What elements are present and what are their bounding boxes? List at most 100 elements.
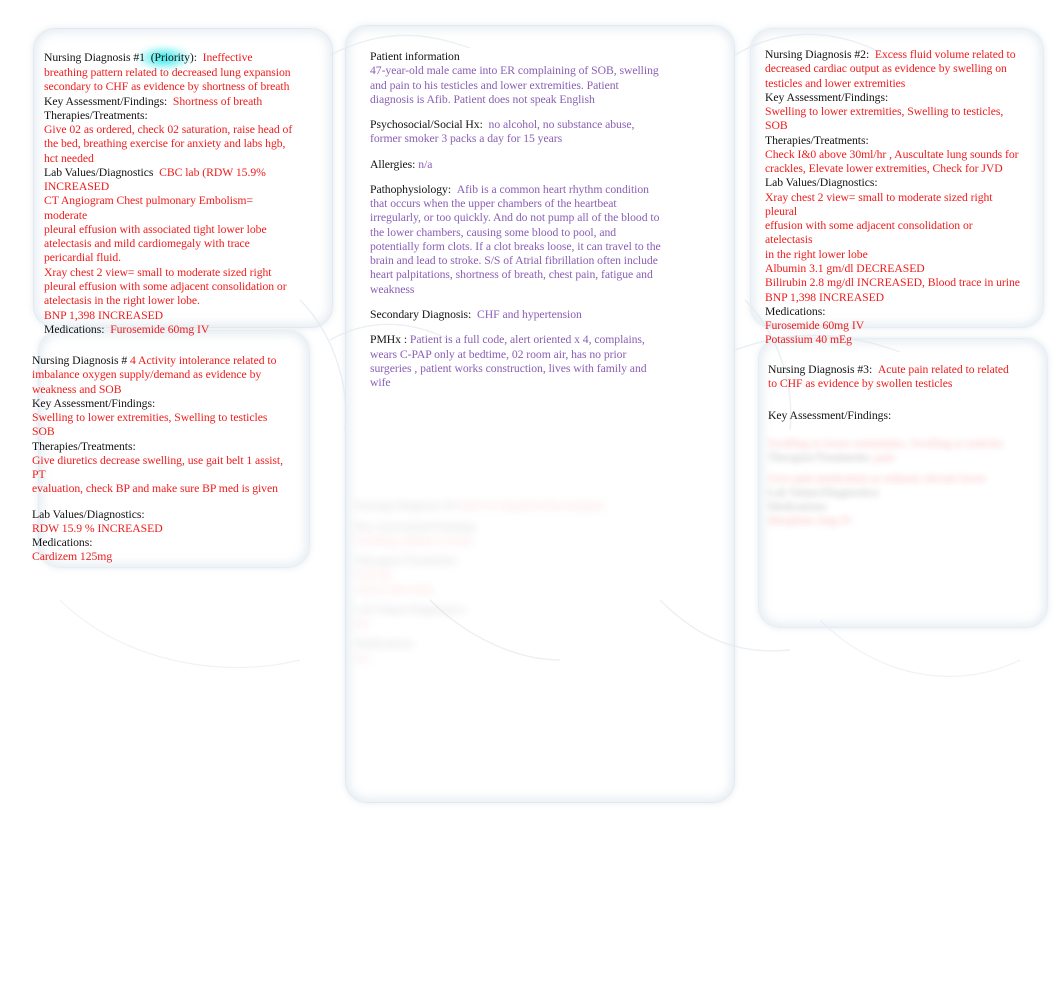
diagnosis-1-key-assessment-label: Key Assessment/Findings: [44,94,168,108]
patient-psychosocial-value: no alcohol, no substance abuse, [488,118,635,132]
diagnosis-2-therapies-value-0: Check I&0 above 30ml/hr , Auscultate lun… [765,147,1019,161]
patient-pmhx-row: PMHx : Patient is a full code, alert ori… [370,333,678,347]
diagnosis-2-therapies-label: Therapies/Treatments: [765,133,869,147]
diagnosis-1-header-label: Nursing Diagnosis #1 [44,51,145,64]
diagnosis-4-panel: Nursing Diagnosis # 4 Activity intoleran… [32,354,290,565]
patient-spacer-5 [370,322,678,333]
diagnosis-1-panel: Nursing Diagnosis #1 (Priority): Ineffec… [44,46,296,337]
diagnosis-3-header-row: Nursing Diagnosis #3: Acute pain related… [768,363,1018,377]
diagnosis-1-therapies-value-1: the bed, breathing exercise for anxiety … [44,137,286,151]
patient-pmhx-value: Patient is a full code, alert oriented x… [409,333,645,347]
diagnosis-4-header-cont-1: weakness and SOB [32,382,122,396]
diagnosis-2-labs-value-3: Albumin 3.1 gm/dl DECREASED [765,261,925,275]
patient-spacer-1 [370,107,678,118]
patient-psychosocial-cont: former smoker 3 packs a day for 15 years [370,132,563,146]
patient-secondary-label: Secondary Diagnosis: [370,307,472,321]
diagnosis-2-header-value: Excess fluid volume related to [874,48,1016,61]
concept-map-canvas: Nursing Diagnosis #1 (Priority): Ineffec… [0,0,1062,1006]
patient-allergies-row: Allergies: n/a [370,158,678,172]
diagnosis-1-header-value: Ineffective [202,51,253,64]
diagnosis-2-labs-value-5: BNP 1,398 INCREASED [765,290,885,304]
diagnosis-3-header-label: Nursing Diagnosis #3: [768,363,873,376]
diagnosis-1-header-row: Nursing Diagnosis #1 (Priority): Ineffec… [44,46,253,70]
diagnosis-1-labs-line-1: CT Angiogram Chest pulmonary Embolism= m… [44,194,253,222]
patient-patho-cont-4: brain and lead to stroke. S/S of Atrial … [370,254,658,268]
diagnosis-2-labs-value-1: effusion with some adjacent consolidatio… [765,219,973,247]
diagnosis-3-spacer-1 [768,392,1018,403]
diagnosis-2-therapies-value-1: crackles, Elevate lower extremities, Che… [765,162,1003,176]
diagnosis-1-labs-line-5: Xray chest 2 view= small to moderate siz… [44,265,272,279]
diagnosis-1-labs-line-2: pleural effusion with associated tight l… [44,222,267,236]
diagnosis-1-labs-line-7: atelectasis in the right lower lobe. [44,294,200,308]
diagnosis-2-labs-value-2: in the right lower lobe [765,247,868,261]
diagnosis-4-medications-value: Cardizem 125mg [32,550,113,564]
patient-summary-2: diagnosis is Afib. Patient does not spea… [370,92,595,106]
diagnosis-2-header-cont-0: decreased cardiac output as evidence by … [765,62,1007,76]
diagnosis-1-key-assessment-row: Key Assessment/Findings: Shortness of br… [44,95,296,109]
patient-pmhx-cont-2: wife [370,376,391,390]
diagnosis-3-header-value: Acute pain related to related [877,363,1009,376]
diagnosis-4-key-assessment-value-0: Swelling to lower extremities, Swelling … [32,411,268,425]
diagnosis-2-labs-label: Lab Values/Diagnostics: [765,176,878,190]
patient-information-illegible-content: Nursing Diagnosis #5 Risk for impaired s… [355,499,605,665]
patient-summary-1: and pain to his testicles and lower extr… [370,78,619,92]
diagnosis-1-therapies-value-0: Give 02 as ordered, check 02 saturation,… [44,123,293,137]
diagnosis-1-labs-line-6: pleural effusion with some adjacent cons… [44,279,287,293]
diagnosis-2-labs-value-0: Xray chest 2 view= small to moderate siz… [765,190,993,218]
patient-psychosocial-label: Psychosocial/Social Hx: [370,118,483,132]
diagnosis-1-therapies-label: Therapies/Treatments: [44,108,148,122]
patient-patho-cont-0: that occurs when the upper chambers of t… [370,197,617,211]
diagnosis-4-therapies-value-1: evaluation, check BP and make sure BP me… [32,482,278,496]
patient-psychosocial-row: Psychosocial/Social Hx: no alcohol, no s… [370,118,678,132]
patient-patho-value: Afib is a common heart rhythm condition [456,182,649,196]
diagnosis-3-illegible-content: Swelling to lower extremities, Swelling … [768,437,1004,528]
diagnosis-4-key-assessment-label: Key Assessment/Findings: [32,396,156,410]
patient-patho-cont-1: irregularly, or too quickly. And do not … [370,211,660,225]
diagnosis-1-medications-value: Furosemide 60mg IV [110,322,210,336]
patient-secondary-value: CHF and hypertension [477,307,582,321]
patient-pmhx-cont-0: wears C-PAP only at bedtime, 02 room air… [370,347,627,361]
diagnosis-1-labs-value-inline: CBC lab (RDW 15.9% [159,165,266,179]
diagnosis-4-key-assessment-value-1: SOB [32,425,55,439]
diagnosis-4-header-row: Nursing Diagnosis # 4 Activity intoleran… [32,354,290,368]
patient-patho-label: Pathophysiology: [370,182,452,196]
diagnosis-1-priority-tag: (Priority): [150,51,197,64]
diagnosis-1-labs-row: Lab Values/Diagnostics CBC lab (RDW 15.9… [44,166,296,180]
diagnosis-4-header-cont-0: imbalance oxygen supply/demand as eviden… [32,368,262,382]
diagnosis-2-medications-value-1: Potassium 40 mEg [765,333,852,347]
patient-summary-0: 47-year-old male came into ER complainin… [370,64,659,78]
diagnosis-3-key-assessment-label: Key Assessment/Findings: [768,408,892,422]
patient-patho-cont-5: heart palpitations, shortness of breath,… [370,268,653,282]
patient-allergies-value: n/a [418,157,433,171]
diagnosis-1-medications-row: Medications: Furosemide 60mg IV [44,323,296,337]
patient-spacer-4 [370,297,678,308]
diagnosis-2-medications-value-0: Furosemide 60mg IV [765,319,865,333]
diagnosis-4-medications-label: Medications: [32,536,93,550]
diagnosis-3-panel: Nursing Diagnosis #3: Acute pain related… [768,363,1018,423]
patient-spacer-2 [370,147,678,158]
diagnosis-4-therapies-label: Therapies/Treatments: [32,439,136,453]
diagnosis-2-key-assessment-value: Swelling to lower extremities, Swelling … [765,105,1004,133]
patient-pmhx-cont-1: surgeries , patient works construction, … [370,361,647,375]
diagnosis-4-labs-label: Lab Values/Diagnostics: [32,507,145,521]
patient-section-title: Patient information [370,50,460,63]
diagnosis-1-labs-line-0: INCREASED [44,180,110,194]
diagnosis-1-labs-line-8: BNP 1,398 INCREASED [44,308,164,322]
diagnosis-2-panel: Nursing Diagnosis #2: Excess fluid volum… [765,48,1021,348]
diagnosis-4-header-value: 4 Activity intolerance related to [130,354,277,367]
patient-allergies-label: Allergies: [370,157,416,171]
diagnosis-4-header-label: Nursing Diagnosis # [32,354,128,367]
diagnosis-2-header-row: Nursing Diagnosis #2: Excess fluid volum… [765,48,1021,62]
diagnosis-1-labs-line-3: atelectasis and mild cardiomegaly with t… [44,237,250,251]
diagnosis-4-labs-value: RDW 15.9 % INCREASED [32,521,163,535]
diagnosis-1-key-assessment-value: Shortness of breath [172,94,263,108]
diagnosis-2-header-cont-1: testicles and lower extremities [765,76,906,90]
patient-pmhx-label: PMHx : [370,333,408,347]
diagnosis-1-labs-label: Lab Values/Diagnostics [44,165,154,179]
diagnosis-1-labs-line-4: pericardial fluid. [44,251,121,265]
patient-secondary-row: Secondary Diagnosis: CHF and hypertensio… [370,308,678,322]
diagnosis-4-therapies-value-0: Give diuretics decrease swelling, use ga… [32,453,283,482]
diagnosis-2-header-label: Nursing Diagnosis #2: [765,48,870,61]
diagnosis-4-spacer [32,497,290,508]
patient-spacer-3 [370,172,678,183]
